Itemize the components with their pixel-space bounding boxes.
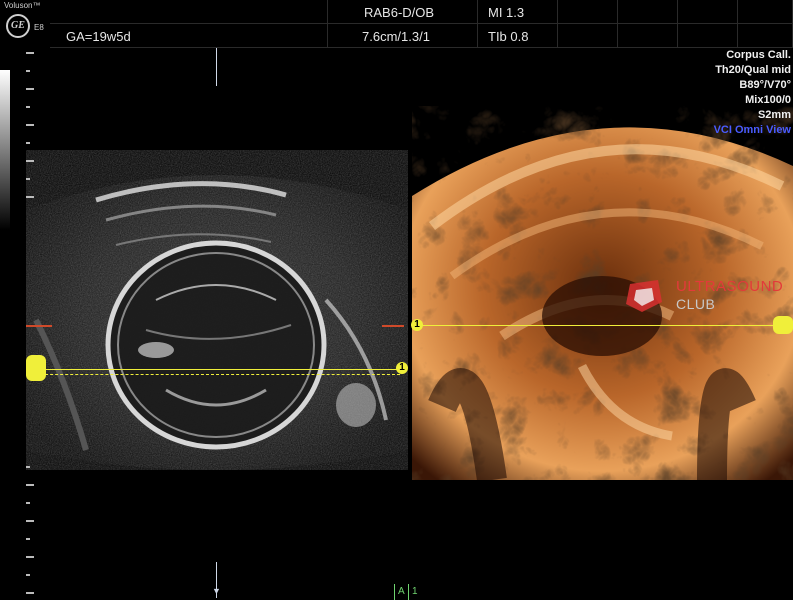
line-drag-handle-right[interactable] bbox=[773, 316, 793, 334]
view-number[interactable]: 1 bbox=[412, 586, 418, 597]
probe-preset: RAB6-D/OB bbox=[364, 5, 435, 20]
omni-view-line[interactable] bbox=[30, 369, 400, 370]
param-mode: VCI Omni View bbox=[713, 124, 791, 136]
watermark: ULTRASOUND CLUB bbox=[622, 276, 792, 316]
param-threshold-quality: Th20/Qual mid bbox=[715, 64, 791, 76]
header-cell bbox=[558, 0, 618, 24]
header-cell bbox=[738, 0, 793, 24]
watermark-line2: CLUB bbox=[676, 296, 716, 312]
header-cell bbox=[50, 0, 328, 24]
brand-model: E8 bbox=[34, 23, 44, 32]
render-parameters: Corpus Call. Th20/Qual mid B89°/V70° Mix… bbox=[714, 48, 791, 138]
footer-divider bbox=[408, 584, 409, 600]
watermark-line1: ULTRASOUND bbox=[676, 278, 784, 295]
marker-number-right: 1 bbox=[411, 319, 423, 331]
param-slice: S2mm bbox=[757, 109, 791, 121]
param-angles: B89°/V70° bbox=[739, 79, 791, 91]
view-label[interactable]: A bbox=[398, 586, 405, 597]
header-bar: Voluson™ GE E8 GA=19w5d RAB6-D/OB 7.6cm/… bbox=[0, 0, 793, 48]
header-cell bbox=[618, 0, 678, 24]
header-cell bbox=[618, 24, 678, 48]
header-cell bbox=[558, 24, 618, 48]
ge-logo-icon: GE bbox=[6, 14, 30, 38]
marker-number-left: 1 bbox=[396, 362, 408, 374]
depth-info: 7.6cm/1.3/1 bbox=[362, 29, 430, 44]
section-line-3d[interactable] bbox=[420, 325, 780, 326]
omni-view-line-dotted[interactable] bbox=[30, 374, 400, 375]
footer-divider bbox=[394, 584, 395, 600]
line-drag-handle-left[interactable] bbox=[26, 355, 46, 381]
header-cell bbox=[678, 0, 738, 24]
scan-line-top bbox=[216, 48, 217, 86]
header-cell bbox=[678, 24, 738, 48]
param-view-name: Corpus Call. bbox=[726, 49, 791, 61]
gestational-age: GA=19w5d bbox=[66, 29, 131, 44]
depth-marker-right bbox=[382, 325, 404, 327]
mechanical-index: MI 1.3 bbox=[488, 5, 525, 20]
brand-name: Voluson™ bbox=[4, 1, 41, 10]
ultrasound-2d-image[interactable] bbox=[26, 150, 408, 470]
ultrasound-club-logo-icon bbox=[626, 280, 662, 312]
param-mix: Mix100/0 bbox=[745, 94, 791, 106]
header-cell bbox=[738, 24, 793, 48]
thermal-index-bone: TIb 0.8 bbox=[488, 29, 529, 44]
grayscale-bar bbox=[0, 70, 10, 230]
arrow-down-icon: ▼ bbox=[212, 586, 221, 596]
depth-marker-left bbox=[26, 325, 52, 327]
